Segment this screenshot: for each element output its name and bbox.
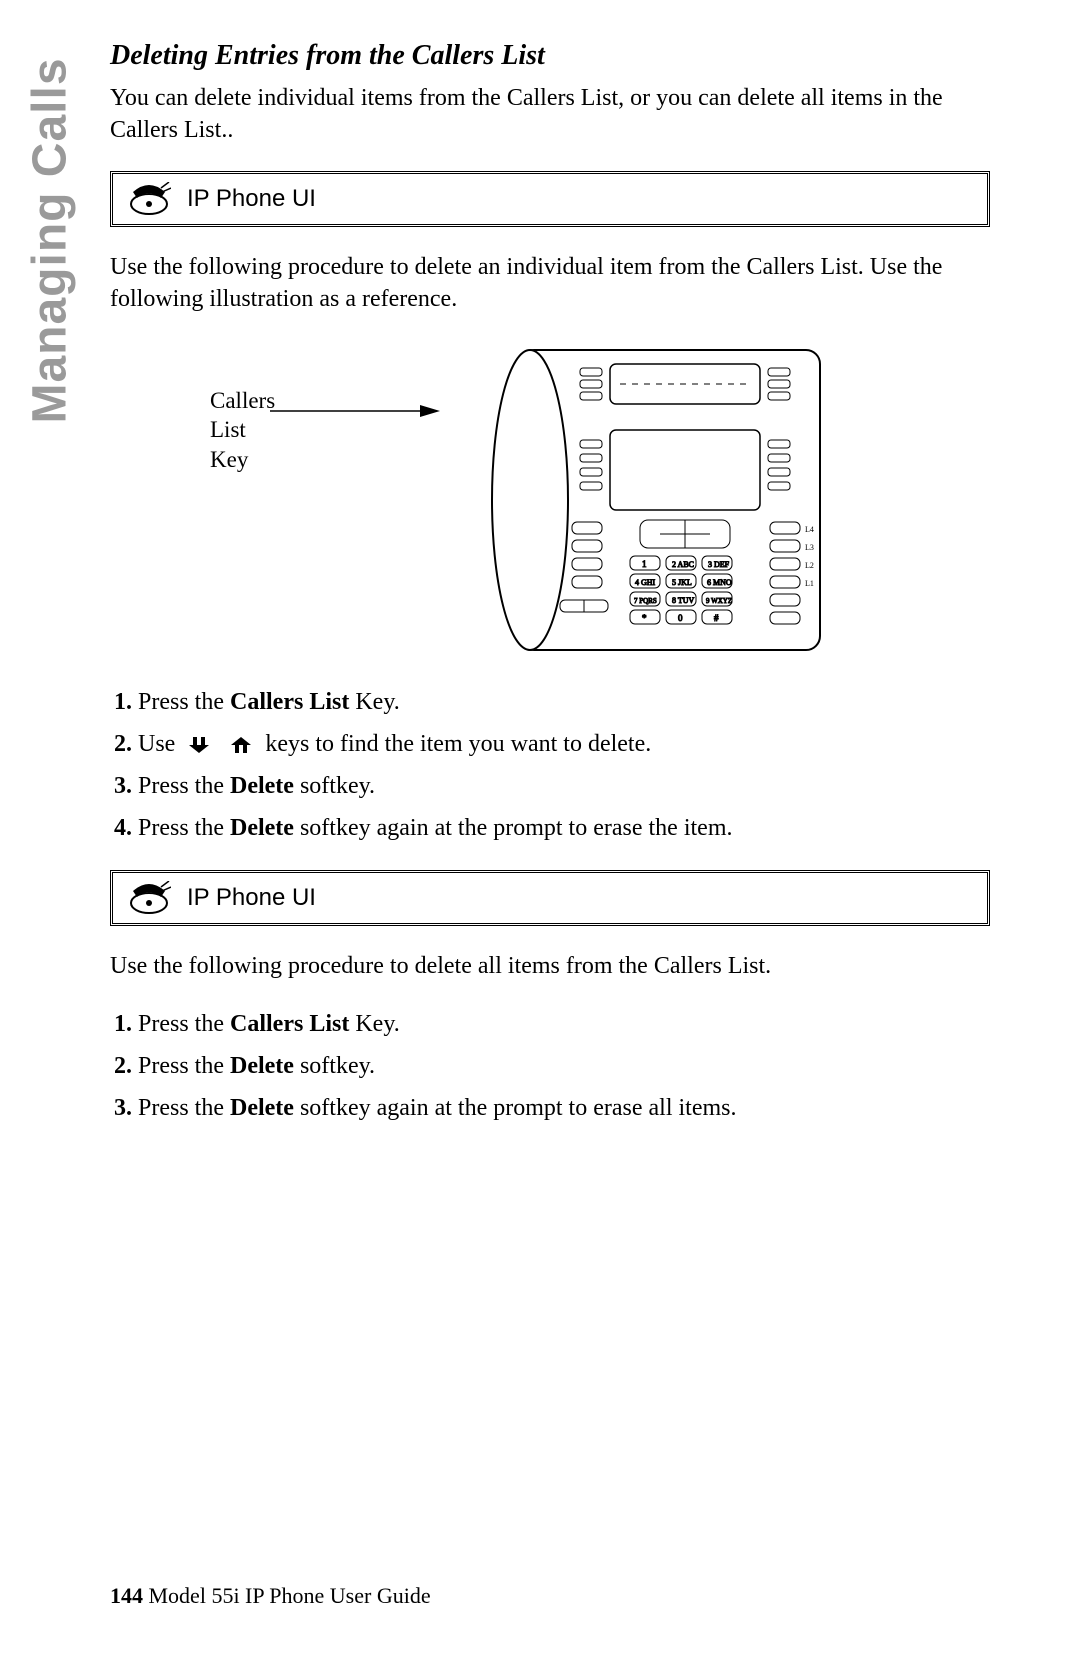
svg-text:2 ABC: 2 ABC	[672, 560, 694, 569]
svg-text:8 TUV: 8 TUV	[672, 596, 695, 605]
side-tab: Managing Calls	[10, 40, 90, 440]
svg-text:#: #	[714, 613, 719, 623]
text: Press the	[138, 1095, 230, 1121]
procedure-1-intro: Use the following procedure to delete an…	[110, 251, 990, 316]
step-2-1: Press the Callers List Key.	[138, 1006, 990, 1042]
phone-icon	[127, 881, 171, 915]
text: softkey again at the prompt to erase the…	[294, 815, 733, 841]
text-bold: Callers List	[230, 689, 349, 715]
svg-text:4 GHI: 4 GHI	[635, 578, 656, 587]
procedure-2-intro: Use the following procedure to delete al…	[110, 950, 990, 982]
text-bold: Delete	[230, 773, 294, 799]
ip-phone-ui-box-1: IP Phone UI	[110, 171, 990, 227]
step-2-2: Press the Delete softkey.	[138, 1048, 990, 1084]
section-intro: You can delete individual items from the…	[110, 82, 990, 147]
text-bold: Delete	[230, 1053, 294, 1079]
text: softkey.	[294, 773, 375, 799]
text: softkey again at the prompt to erase all…	[294, 1095, 737, 1121]
procedure-2-steps: Press the Callers List Key. Press the De…	[110, 1006, 990, 1126]
page: Managing Calls Deleting Entries from the…	[0, 0, 1080, 1669]
phone-icon	[127, 182, 171, 216]
callout-callers-list-key: Callers List Key	[110, 386, 250, 476]
text: Press the	[138, 1053, 230, 1079]
step-2-3: Press the Delete softkey again at the pr…	[138, 1090, 990, 1126]
svg-text:5 JKL: 5 JKL	[672, 578, 692, 587]
page-number: 144	[110, 1583, 143, 1608]
svg-text:L4: L4	[805, 525, 814, 534]
section-title: Deleting Entries from the Callers List	[110, 40, 990, 72]
text: keys to find the item you want to delete…	[265, 731, 651, 757]
up-arrow-icon	[229, 737, 253, 753]
down-arrow-icon	[187, 737, 211, 753]
text: Press the	[138, 773, 230, 799]
phone-illustration: Callers List Key	[110, 340, 990, 660]
ip-phone-ui-label-2: IP Phone UI	[187, 884, 316, 912]
text: Key.	[349, 1011, 399, 1037]
callout-arrow	[270, 398, 440, 425]
svg-text:*: *	[642, 613, 647, 623]
svg-text:6 MNO: 6 MNO	[707, 578, 732, 587]
text: Press the	[138, 815, 230, 841]
text: Press the	[138, 1011, 230, 1037]
text: Key.	[349, 689, 399, 715]
svg-text:0: 0	[678, 613, 683, 623]
svg-text:9 WXYZ: 9 WXYZ	[706, 597, 732, 605]
step-1-1: Press the Callers List Key.	[138, 684, 990, 720]
svg-text:7 PQRS: 7 PQRS	[634, 597, 657, 605]
footer-title: Model 55i IP Phone User Guide	[143, 1583, 431, 1608]
step-1-3: Press the Delete softkey.	[138, 768, 990, 804]
svg-text:1: 1	[642, 559, 647, 569]
svg-text:L3: L3	[805, 543, 814, 552]
phone-device-illustration: L4 L3 L2 L1 1 2 ABC 3 DEF 4 GHI 5 JKL 6 …	[460, 340, 830, 660]
text-bold: Delete	[230, 815, 294, 841]
text: Press the	[138, 689, 230, 715]
step-1-2: Use keys to find the item you want to de…	[138, 726, 990, 762]
svg-text:L2: L2	[805, 561, 814, 570]
page-footer: 144 Model 55i IP Phone User Guide	[110, 1583, 431, 1609]
ip-phone-ui-box-2: IP Phone UI	[110, 870, 990, 926]
text-bold: Delete	[230, 1095, 294, 1121]
procedure-1-steps: Press the Callers List Key. Use keys to …	[110, 684, 990, 846]
svg-text:3 DEF: 3 DEF	[708, 560, 730, 569]
text: Use	[138, 731, 181, 757]
text: softkey.	[294, 1053, 375, 1079]
step-1-4: Press the Delete softkey again at the pr…	[138, 810, 990, 846]
side-tab-text: Managing Calls	[23, 57, 78, 423]
text-bold: Callers List	[230, 1011, 349, 1037]
svg-text:L1: L1	[805, 579, 814, 588]
ip-phone-ui-label-1: IP Phone UI	[187, 185, 316, 213]
